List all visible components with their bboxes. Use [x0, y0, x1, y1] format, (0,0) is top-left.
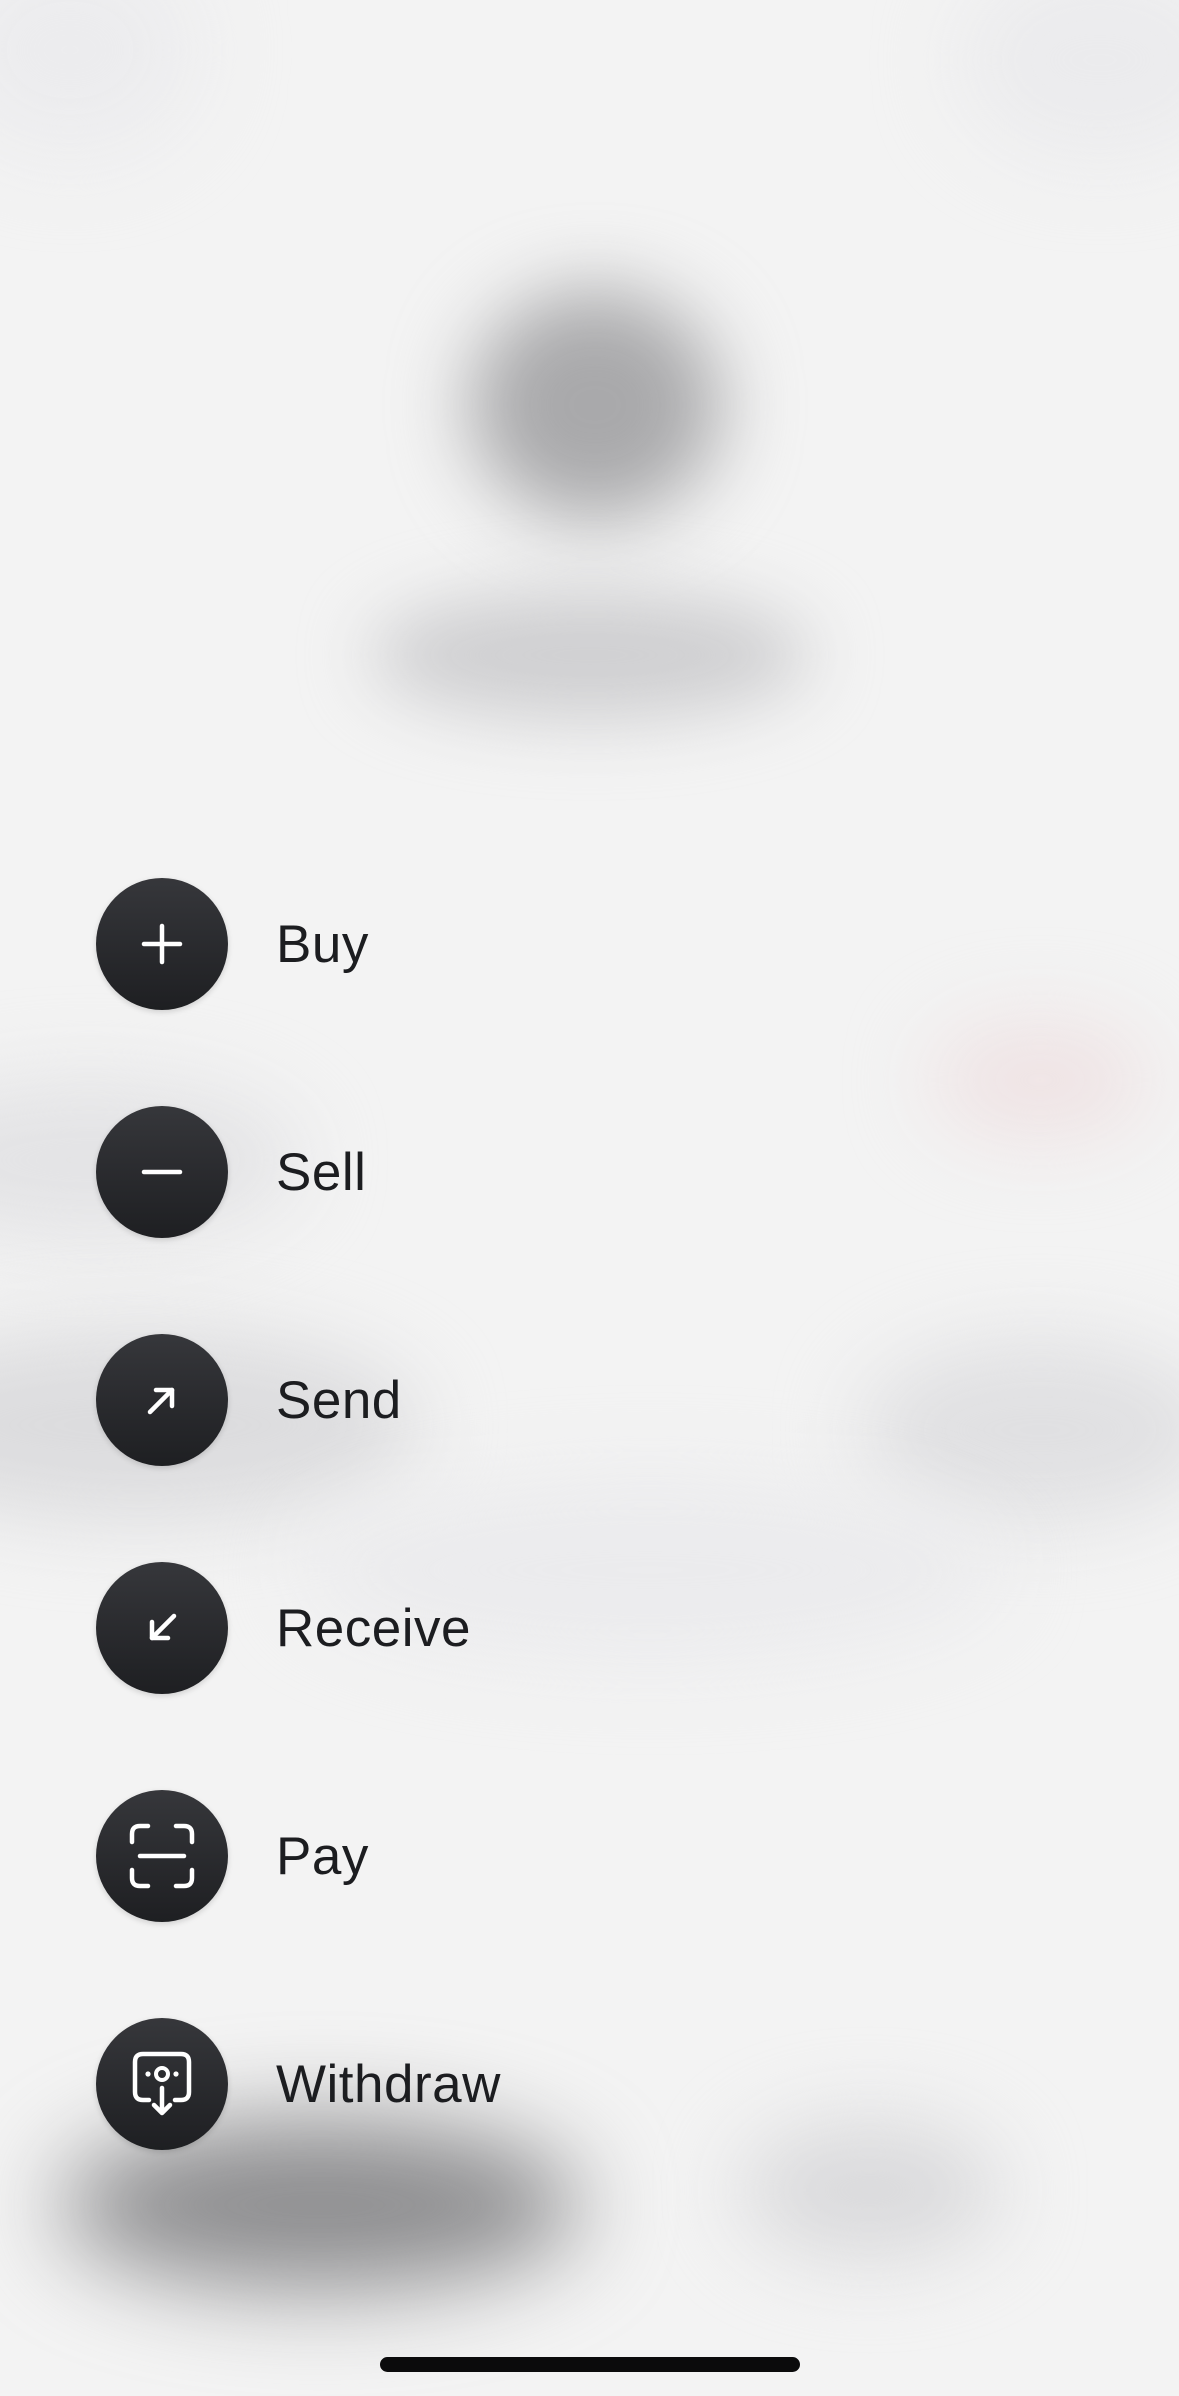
blurred-avatar: [470, 290, 720, 520]
sell-button[interactable]: Sell: [96, 1106, 796, 1238]
sell-label: Sell: [276, 1142, 367, 1202]
home-indicator[interactable]: [380, 2357, 800, 2372]
receive-button[interactable]: Receive: [96, 1562, 796, 1694]
plus-icon: [96, 878, 228, 1010]
blurred-name: [370, 590, 810, 720]
buy-label: Buy: [276, 914, 369, 974]
arrow-down-left-icon: [96, 1562, 228, 1694]
minus-icon: [96, 1106, 228, 1238]
withdraw-button[interactable]: Withdraw: [96, 2018, 796, 2150]
background-blur-shape: [930, 1020, 1150, 1140]
arrow-up-right-icon: [96, 1334, 228, 1466]
background-blur-shape: [860, 1340, 1179, 1520]
background-blur-shape: [0, 0, 200, 160]
background-blur-shape: [960, 0, 1179, 160]
action-menu: Buy Sell Send Receive Pay Withdraw: [96, 878, 796, 2150]
pay-label: Pay: [276, 1826, 369, 1886]
withdraw-label: Withdraw: [276, 2054, 501, 2114]
send-label: Send: [276, 1370, 402, 1430]
buy-button[interactable]: Buy: [96, 878, 796, 1010]
withdraw-icon: [96, 2018, 228, 2150]
scan-icon: [96, 1790, 228, 1922]
send-button[interactable]: Send: [96, 1334, 796, 1466]
pay-button[interactable]: Pay: [96, 1790, 796, 1922]
receive-label: Receive: [276, 1598, 471, 1658]
